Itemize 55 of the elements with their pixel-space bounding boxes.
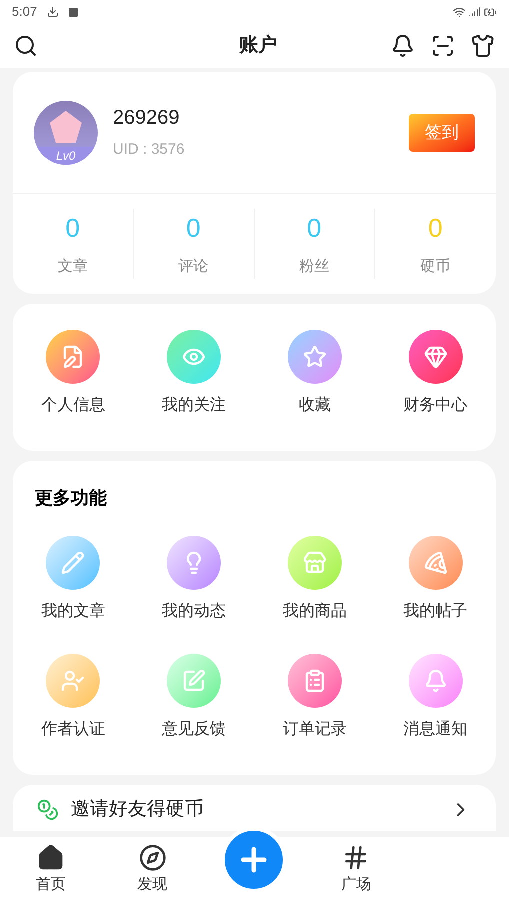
shirt-icon[interactable] xyxy=(471,34,495,58)
feature-item[interactable]: 我的帖子 xyxy=(375,536,496,624)
nav-tab[interactable]: 首页 xyxy=(0,844,102,897)
feature-item[interactable]: 意见反馈 xyxy=(134,654,254,742)
feature-label: 作者认证 xyxy=(41,720,106,740)
stat-label: 评论 xyxy=(178,257,209,278)
feature-item[interactable]: 消息通知 xyxy=(375,654,496,742)
status-time: 5:07 xyxy=(12,3,38,22)
section-title: 更多功能 xyxy=(34,487,108,510)
page-title: 账户 xyxy=(240,34,278,58)
stat-label: 文章 xyxy=(58,257,88,278)
feature-label: 我的商品 xyxy=(282,602,347,622)
feature-label: 我的文章 xyxy=(41,602,106,622)
feature-item[interactable]: 财务中心 xyxy=(375,330,496,418)
username: 269269 xyxy=(113,106,181,132)
feature-label: 意见反馈 xyxy=(162,720,226,740)
home-icon xyxy=(36,844,65,872)
search-icon[interactable] xyxy=(14,34,38,58)
feature-item[interactable]: 我的关注 xyxy=(134,330,254,418)
feature-item[interactable]: 订单记录 xyxy=(254,654,376,742)
nav-tab[interactable]: 广场 xyxy=(305,844,408,897)
stat-value: 0 xyxy=(66,212,80,246)
invite-label: 邀请好友得硬币 xyxy=(71,798,205,822)
feature-label: 我的动态 xyxy=(162,602,226,622)
signal-icon xyxy=(469,6,481,18)
feature-item[interactable]: 我的动态 xyxy=(134,536,254,624)
wifi-icon xyxy=(453,6,466,18)
user-id: UID : 3576 xyxy=(113,140,186,160)
feature-label: 我的帖子 xyxy=(404,602,468,622)
stat-value: 0 xyxy=(428,212,443,246)
scan-icon[interactable] xyxy=(431,34,455,58)
stat-value: 0 xyxy=(307,212,322,246)
stat-label: 硬币 xyxy=(420,257,451,278)
feature-label: 订单记录 xyxy=(282,720,347,740)
feature-item[interactable]: 收藏 xyxy=(254,330,376,418)
feature-label: 财务中心 xyxy=(404,396,468,416)
feature-item[interactable]: 我的商品 xyxy=(254,536,376,624)
bell-icon[interactable] xyxy=(391,34,415,58)
feature-item[interactable]: 我的文章 xyxy=(13,536,134,624)
compass-icon xyxy=(138,844,167,872)
stat-value: 0 xyxy=(186,212,201,246)
nav-tab[interactable]: 发现 xyxy=(102,844,204,897)
avatar-figure-icon xyxy=(48,108,84,144)
invite-card[interactable]: 邀请好友得硬币 xyxy=(13,785,496,831)
coin-icon xyxy=(37,799,59,821)
notification-icon xyxy=(69,8,78,16)
feature-item[interactable]: 作者认证 xyxy=(13,654,134,742)
feature-label: 消息通知 xyxy=(404,720,468,740)
battery-icon xyxy=(484,6,497,18)
feature-label: 个人信息 xyxy=(41,396,106,416)
feature-label: 收藏 xyxy=(298,396,331,416)
download-icon xyxy=(47,6,60,18)
feature-label: 我的关注 xyxy=(162,396,226,416)
stat-label: 粉丝 xyxy=(299,257,330,278)
feature-item[interactable]: 个人信息 xyxy=(13,330,134,418)
